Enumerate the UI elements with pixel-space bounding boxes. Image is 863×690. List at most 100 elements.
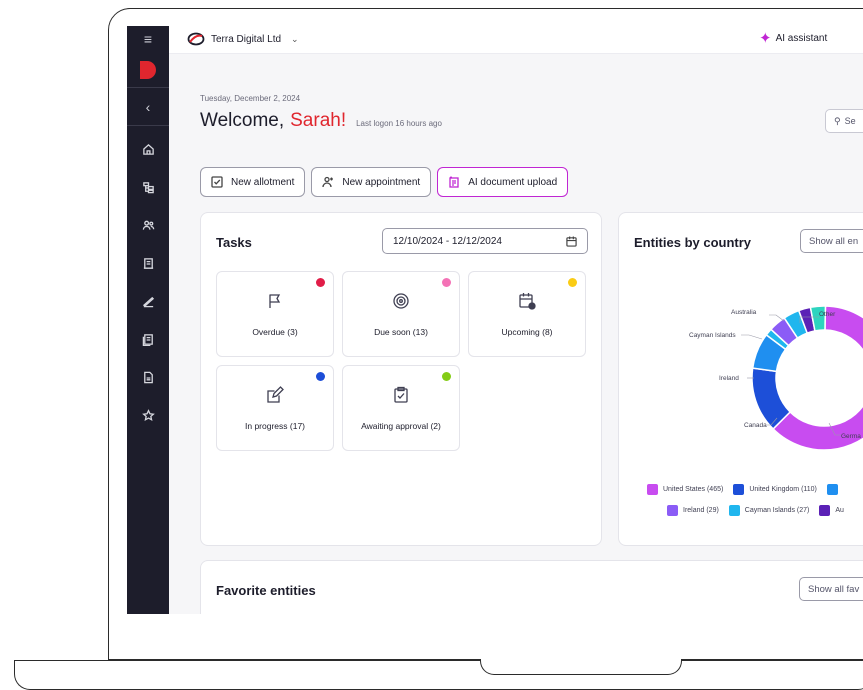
favorite-entities-card: Favorite entities Show all fav — [200, 560, 863, 614]
legend-swatch — [728, 504, 740, 516]
legend-item: United States (465) — [647, 483, 724, 495]
app-logo — [127, 52, 169, 88]
legend-label: Au — [835, 506, 844, 514]
legend-swatch — [733, 483, 745, 495]
legend-swatch — [647, 483, 658, 495]
org-switcher[interactable]: Terra Digital Ltd ⌄ — [187, 32, 299, 46]
current-date: Tuesday, December 2, 2024 — [200, 94, 301, 103]
chevron-down-icon: ⌄ — [291, 33, 299, 44]
chart-legend: United States (465) United Kingdom (110)… — [647, 481, 863, 523]
structure-icon — [142, 181, 154, 193]
task-tile-awaiting-approval[interactable]: Awaiting approval (2) — [342, 365, 460, 451]
collapse-sidebar-icon[interactable]: ‹ — [127, 88, 169, 126]
sidebar: ≡ ‹ — [127, 26, 169, 614]
target-icon — [392, 292, 410, 315]
sidebar-item-ledger[interactable] — [127, 244, 169, 282]
legend-label: United States (465) — [663, 485, 724, 493]
sidebar-item-favorites[interactable] — [127, 396, 169, 434]
legend-swatch — [819, 504, 831, 516]
flag-icon — [266, 292, 284, 315]
task-label: Upcoming (8) — [501, 326, 553, 337]
laptop-base — [14, 660, 863, 690]
last-logon: Last logon 16 hours ago — [356, 119, 442, 128]
status-dot — [568, 278, 577, 287]
new-allotment-button[interactable]: New allotment — [200, 167, 306, 197]
status-dot — [442, 372, 451, 381]
sidebar-item-home[interactable] — [127, 130, 169, 168]
documents-icon — [142, 333, 153, 346]
ai-assistant-button[interactable]: ✦ AI assistant — [759, 31, 827, 46]
top-bar: Terra Digital Ltd ⌄ ✦ AI assistant — [169, 26, 863, 54]
chart-label-australia: Australia — [731, 309, 757, 316]
sparkle-icon: ✦ — [759, 30, 772, 47]
welcome-heading: Welcome, Sarah! Last logon 16 hours ago — [200, 110, 442, 132]
task-tile-upcoming[interactable]: Upcoming (8) — [468, 271, 586, 357]
star-icon — [141, 408, 155, 421]
home-icon — [142, 143, 154, 155]
task-label: In progress (17) — [245, 420, 305, 431]
new-appointment-label: New appointment — [342, 176, 421, 188]
legend-item: Ireland (29) — [667, 504, 719, 516]
clipboard-check-icon — [392, 386, 410, 409]
legend-label: Cayman Islands (27) — [744, 506, 810, 514]
legend-item: United Kingdom (110) — [733, 483, 817, 495]
show-all-favorites-label: Show all fav — [808, 583, 860, 595]
sidebar-item-signature[interactable] — [127, 282, 169, 320]
sidebar-item-structure[interactable] — [127, 168, 169, 206]
menu-icon[interactable]: ≡ — [127, 26, 169, 52]
quick-actions: New allotment New appointment AI documen… — [200, 167, 569, 197]
checkbox-icon — [211, 176, 223, 188]
legend-label: Ireland (29) — [683, 506, 719, 514]
status-dot — [442, 278, 451, 287]
task-label: Due soon (13) — [374, 326, 428, 337]
show-all-favorites-button[interactable]: Show all fav — [799, 577, 863, 601]
legend-row: Ireland (29) Cayman Islands (27) Au — [647, 502, 863, 518]
edit-icon — [266, 385, 284, 409]
people-icon — [142, 220, 154, 230]
ai-document-upload-label: AI document upload — [468, 176, 558, 188]
sidebar-item-file[interactable] — [127, 358, 169, 396]
main-content: Terra Digital Ltd ⌄ ✦ AI assistant Tuesd… — [169, 26, 863, 614]
task-label: Awaiting approval (2) — [361, 420, 441, 431]
date-range-picker[interactable]: 12/10/2024 - 12/12/2024 — [382, 228, 588, 254]
ai-document-upload-button[interactable]: AI document upload — [437, 167, 569, 197]
search-button[interactable]: ⚲ Se — [825, 109, 863, 133]
donut-slices — [751, 305, 863, 451]
entities-card: Entities by country Show all en Other Au… — [618, 212, 863, 546]
ai-document-icon — [449, 176, 459, 188]
new-appointment-button[interactable]: New appointment — [311, 167, 432, 197]
task-grid: Overdue (3) Due soon (13) Upcoming (8) I… — [216, 271, 586, 451]
legend-item — [826, 483, 843, 495]
chart-label-cayman: Cayman Islands — [689, 332, 736, 339]
org-name: Terra Digital Ltd — [211, 33, 282, 45]
org-logo-icon — [187, 32, 205, 46]
chart-label-canada: Canada — [744, 422, 767, 429]
task-tile-in-progress[interactable]: In progress (17) — [216, 365, 334, 451]
search-icon: ⚲ — [834, 115, 841, 126]
welcome-text: Welcome, — [200, 110, 285, 131]
task-label: Overdue (3) — [252, 326, 298, 337]
legend-row: United States (465) United Kingdom (110) — [647, 481, 863, 497]
task-tile-due-soon[interactable]: Due soon (13) — [342, 271, 460, 357]
status-dot — [316, 278, 325, 287]
calendar-icon — [566, 235, 577, 247]
task-tile-overdue[interactable]: Overdue (3) — [216, 271, 334, 357]
favorite-entities-title: Favorite entities — [216, 583, 316, 598]
tasks-title: Tasks — [216, 235, 252, 250]
ledger-icon — [143, 257, 153, 269]
app-screen: ≡ ‹ Terra Digital Ltd ⌄ ✦ AI assistant T… — [127, 26, 863, 614]
chart-label-germany: Germa — [841, 433, 861, 440]
signature-icon — [142, 296, 154, 307]
chart-label-ireland: Ireland — [719, 375, 739, 382]
add-user-icon — [322, 176, 334, 188]
sidebar-item-documents[interactable] — [127, 320, 169, 358]
file-icon — [143, 371, 153, 383]
legend-swatch — [826, 483, 838, 495]
calendar-clock-icon — [518, 292, 536, 315]
legend-swatch — [667, 504, 678, 516]
sidebar-item-people[interactable] — [127, 206, 169, 244]
legend-label: United Kingdom (110) — [749, 485, 817, 493]
legend-item: Au — [819, 504, 844, 516]
new-allotment-label: New allotment — [231, 176, 295, 188]
tasks-card: Tasks 12/10/2024 - 12/12/2024 Overdue (3… — [200, 212, 602, 546]
